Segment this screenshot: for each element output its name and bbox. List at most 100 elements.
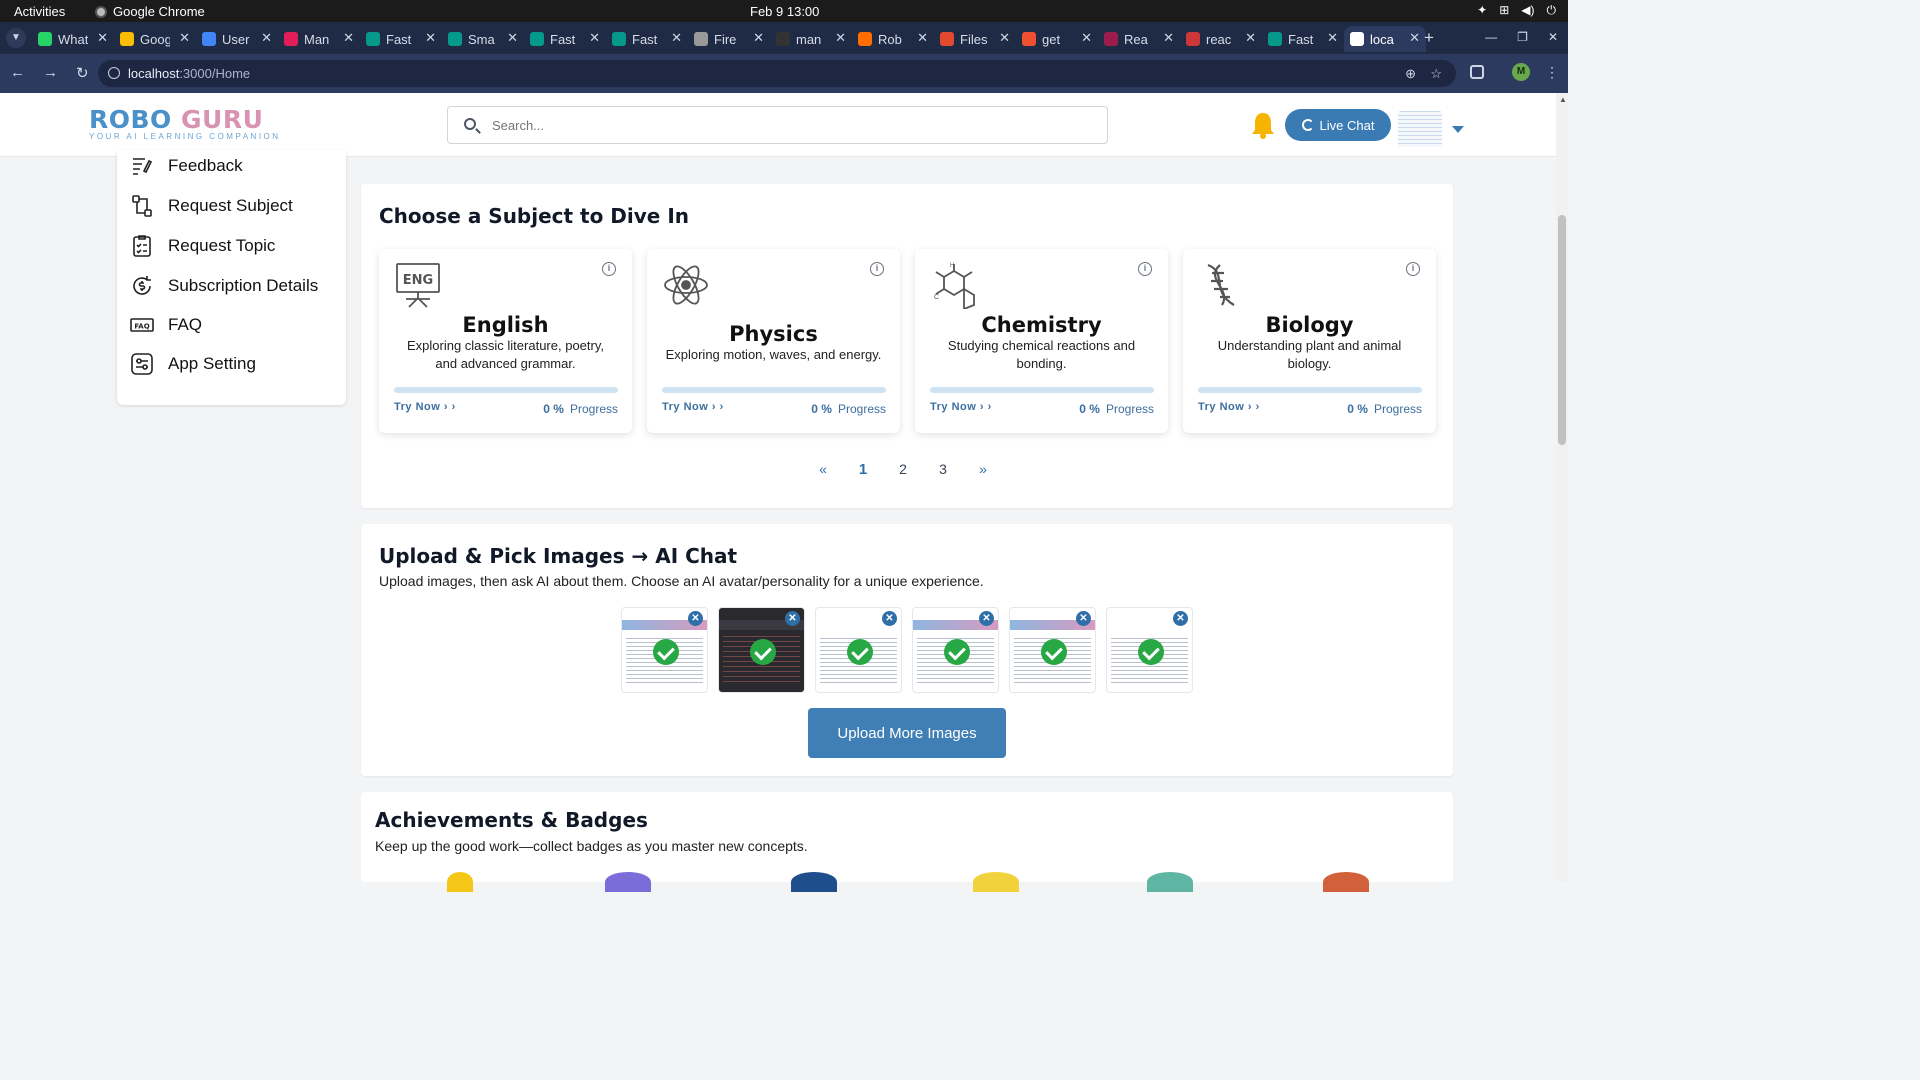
browser-tab[interactable]: Fast ✕ [360,26,442,52]
bookmark-star-icon[interactable]: ☆ [1430,60,1442,87]
browser-tab[interactable]: Fast ✕ [524,26,606,52]
clock[interactable]: Feb 9 13:00 [750,4,819,19]
try-now-link[interactable]: Try Now › › [662,401,724,413]
profile-avatar[interactable]: M [1512,63,1530,81]
sidebar-item-request-subject[interactable]: Request Subject [130,192,293,220]
browser-tab[interactable]: Fast ✕ [606,26,688,52]
system-tray[interactable]: ✦ ⊞ ◀) ⏻ [1477,3,1556,18]
browser-menu-icon[interactable]: ⋮ [1545,64,1559,81]
subject-card-physics[interactable]: i Physics Exploring motion, waves, and e… [647,249,900,433]
browser-tab[interactable]: man ✕ [770,26,852,52]
uploaded-image-thumbnail[interactable]: ✕ [1106,607,1193,693]
browser-tab[interactable]: Fire ✕ [688,26,770,52]
try-now-link[interactable]: Try Now › › [1198,401,1260,413]
badge-icon[interactable] [1147,872,1193,892]
tab-close-icon[interactable]: ✕ [425,30,436,46]
uploaded-image-thumbnail[interactable]: ✕ [621,607,708,693]
info-icon[interactable]: i [602,262,616,276]
sidebar-item-feedback[interactable]: Feedback [130,152,243,180]
pagination-next[interactable]: » [976,461,990,478]
forward-icon[interactable]: → [43,64,58,82]
browser-tab[interactable]: Google ✕ [114,26,196,52]
try-now-link[interactable]: Try Now › › [930,401,992,413]
user-menu-chevron-icon[interactable] [1452,126,1464,133]
browser-tab[interactable]: reac ✕ [1180,26,1262,52]
user-avatar[interactable] [1398,111,1442,147]
app-menu[interactable]: Google Chrome [95,4,205,19]
minimize-icon[interactable]: — [1485,30,1497,44]
back-icon[interactable]: ← [10,64,25,82]
remove-image-icon[interactable]: ✕ [979,611,994,626]
browser-tab[interactable]: loca ✕ [1344,26,1426,52]
badge-icon[interactable] [605,872,651,892]
browser-tab[interactable]: Fast ✕ [1262,26,1344,52]
tab-close-icon[interactable]: ✕ [589,30,600,46]
uploaded-image-thumbnail[interactable]: ✕ [1009,607,1096,693]
scroll-up-icon[interactable]: ▲ [1559,95,1567,104]
activities-button[interactable]: Activities [14,4,65,19]
pagination-prev[interactable]: « [816,461,830,478]
tab-close-icon[interactable]: ✕ [835,30,846,46]
tab-close-icon[interactable]: ✕ [1081,30,1092,46]
robo-guru-logo[interactable]: ROBO GURU YOUR AI LEARNING COMPANION [89,105,281,141]
tab-close-icon[interactable]: ✕ [1327,30,1338,46]
remove-image-icon[interactable]: ✕ [785,611,800,626]
tab-close-icon[interactable]: ✕ [1245,30,1256,46]
info-icon[interactable]: i [1406,262,1420,276]
tab-close-icon[interactable]: ✕ [343,30,354,46]
remove-image-icon[interactable]: ✕ [688,611,703,626]
tab-close-icon[interactable]: ✕ [753,30,764,46]
browser-tab[interactable]: Files ✕ [934,26,1016,52]
subject-card-biology[interactable]: i Biology Understanding plant and animal… [1183,249,1436,433]
badge-icon[interactable] [447,872,473,892]
address-bar[interactable]: localhost:3000/Home ⊕ ☆ [98,60,1456,87]
tab-close-icon[interactable]: ✕ [507,30,518,46]
try-now-link[interactable]: Try Now › › [394,401,456,413]
tab-close-icon[interactable]: ✕ [179,30,190,46]
remove-image-icon[interactable]: ✕ [882,611,897,626]
badge-icon[interactable] [973,872,1019,892]
uploaded-image-thumbnail[interactable]: ✕ [815,607,902,693]
tab-close-icon[interactable]: ✕ [671,30,682,46]
network-icon[interactable]: ⊞ [1499,3,1509,18]
sidebar-item-subscription[interactable]: Subscription Details [130,272,318,300]
scrollbar-thumb[interactable] [1558,215,1566,445]
pagination-page-3[interactable]: 3 [936,461,950,478]
uploaded-image-thumbnail[interactable]: ✕ [912,607,999,693]
tab-close-icon[interactable]: ✕ [917,30,928,46]
browser-tab[interactable]: Sma ✕ [442,26,524,52]
sidebar-item-faq[interactable]: FAQ FAQ [130,311,202,339]
close-window-icon[interactable]: ✕ [1548,30,1558,44]
accessibility-icon[interactable]: ✦ [1477,3,1487,18]
pagination-page-1[interactable]: 1 [856,461,870,478]
browser-tab[interactable]: WhatsApp ✕ [32,26,114,52]
browser-tab[interactable]: Man ✕ [278,26,360,52]
uploaded-image-thumbnail[interactable]: ✕ [718,607,805,693]
badge-icon[interactable] [1323,872,1369,892]
remove-image-icon[interactable]: ✕ [1173,611,1188,626]
tab-close-icon[interactable]: ✕ [97,30,108,46]
browser-tab[interactable]: User ✕ [196,26,278,52]
tab-close-icon[interactable]: ✕ [1409,30,1420,46]
upload-more-images-button[interactable]: Upload More Images [808,708,1006,758]
sidebar-item-app-setting[interactable]: App Setting [130,350,256,378]
live-chat-button[interactable]: Live Chat [1285,109,1391,141]
volume-icon[interactable]: ◀) [1521,3,1534,18]
extensions-icon[interactable] [1470,65,1484,79]
info-icon[interactable]: i [870,262,884,276]
browser-tab[interactable]: Rob ✕ [852,26,934,52]
sidebar-item-request-topic[interactable]: Request Topic [130,232,275,260]
info-icon[interactable]: i [1138,262,1152,276]
search-input[interactable] [492,115,1082,135]
tab-close-icon[interactable]: ✕ [261,30,272,46]
badge-icon[interactable] [791,872,837,892]
browser-tab[interactable]: get ✕ [1016,26,1098,52]
zoom-icon[interactable]: ⊕ [1405,60,1416,87]
maximize-icon[interactable]: ❐ [1517,30,1528,44]
subject-card-chemistry[interactable]: CH i Chemistry Studying chemical reactio… [915,249,1168,433]
power-icon[interactable]: ⏻ [1547,3,1557,18]
tab-close-icon[interactable]: ✕ [1163,30,1174,46]
browser-tab[interactable]: Rea ✕ [1098,26,1180,52]
notification-bell-icon[interactable] [1250,111,1276,139]
tab-close-icon[interactable]: ✕ [999,30,1010,46]
